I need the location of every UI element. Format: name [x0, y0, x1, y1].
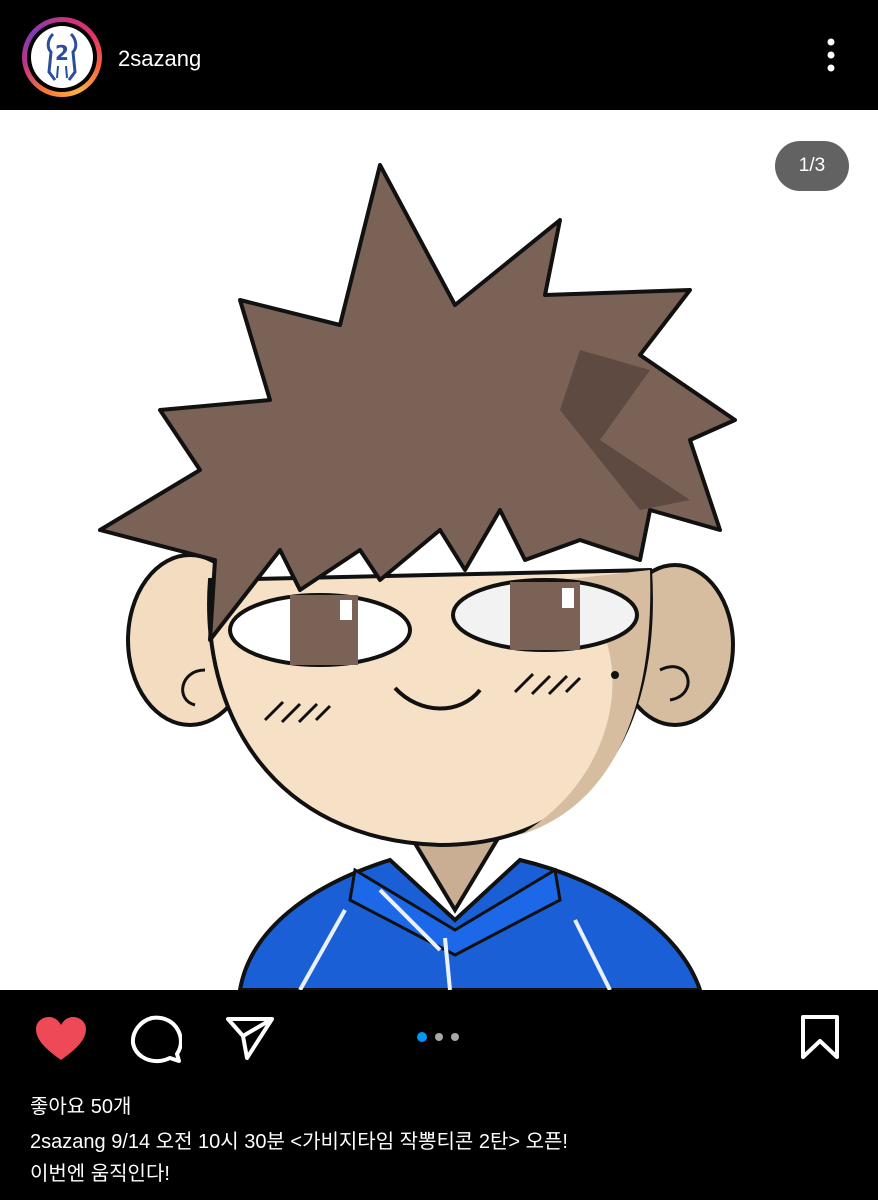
carousel-dots [415, 1030, 463, 1044]
post-caption: 2sazang 9/14 오전 10시 30분 <가비지타임 작뽕티콘 2탄> … [30, 1126, 860, 1190]
profile-avatar[interactable]: 2 [22, 17, 102, 97]
caption-line-2: 이번엔 움직인다! [30, 1163, 170, 1185]
send-icon[interactable] [225, 1016, 275, 1060]
more-vertical-icon[interactable] [816, 36, 846, 76]
carousel-dot [451, 1033, 459, 1041]
carousel-dot-active [417, 1032, 427, 1042]
post-image[interactable]: 1/3 [0, 110, 878, 990]
caption-text: 9/14 오전 10시 30분 <가비지타임 작뽕티콘 2탄> 오픈! [111, 1131, 568, 1153]
bookmark-icon[interactable] [800, 1014, 840, 1060]
caption-line: 2sazang 9/14 오전 10시 30분 <가비지타임 작뽕티콘 2탄> … [30, 1126, 860, 1158]
carousel-page-indicator: 1/3 [775, 141, 849, 191]
avatar-logo-image: 2 [31, 26, 93, 88]
likes-count[interactable]: 좋아요 50개 [30, 1090, 131, 1119]
svg-text:2: 2 [55, 41, 69, 65]
carousel-dot [435, 1033, 443, 1041]
heart-icon[interactable] [34, 1016, 88, 1062]
username-link[interactable]: 2sazang [118, 46, 201, 72]
post-header: 2 2sazang [0, 0, 878, 110]
comment-icon[interactable] [130, 1014, 183, 1064]
caption-author[interactable]: 2sazang [30, 1131, 106, 1153]
